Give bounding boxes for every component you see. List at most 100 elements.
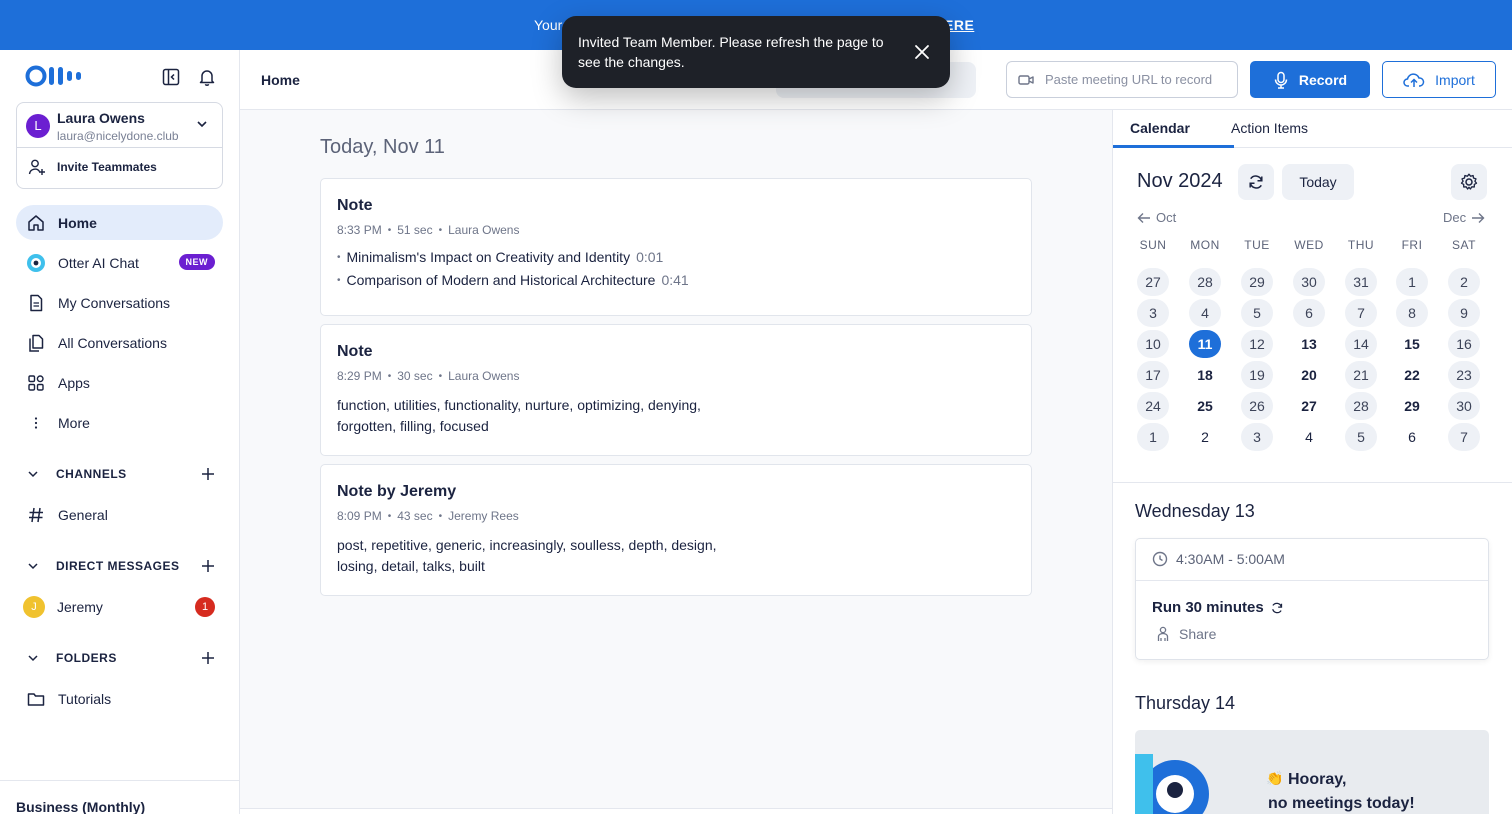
chevron-down-icon[interactable] <box>26 651 46 665</box>
calendar-day[interactable]: 4 <box>1189 299 1221 327</box>
calendar-day[interactable]: 30 <box>1293 268 1325 296</box>
nav-item-my-conversations[interactable]: My Conversations <box>16 285 223 320</box>
calendar-day[interactable]: 10 <box>1137 330 1169 358</box>
prev-month-button[interactable]: Oct <box>1137 210 1176 225</box>
calendar-day[interactable]: 24 <box>1137 392 1169 420</box>
weekday-label: MON <box>1190 238 1220 252</box>
nav-item-more[interactable]: More <box>16 405 223 440</box>
add-folder-icon[interactable] <box>200 650 216 666</box>
calendar-day-selected[interactable]: 11 <box>1189 330 1221 358</box>
calendar-day[interactable]: 31 <box>1345 268 1377 296</box>
calendar-day[interactable]: 20 <box>1293 361 1325 389</box>
calendar-day[interactable]: 2 <box>1189 423 1221 451</box>
divider <box>17 147 222 148</box>
tab-action-items[interactable]: Action Items <box>1231 120 1308 136</box>
arrow-right-icon <box>1471 212 1485 224</box>
calendar-day[interactable]: 28 <box>1189 268 1221 296</box>
channels-section-header[interactable]: CHANNELS <box>26 466 216 482</box>
collapse-sidebar-icon[interactable] <box>161 67 181 87</box>
calendar-day[interactable]: 27 <box>1293 392 1325 420</box>
meeting-url-input[interactable]: Paste meeting URL to record <box>1006 61 1238 98</box>
calendar-day[interactable]: 1 <box>1137 423 1169 451</box>
avatar[interactable]: L <box>26 114 50 138</box>
calendar-day[interactable]: 27 <box>1137 268 1169 296</box>
calendar-day[interactable]: 30 <box>1448 392 1480 420</box>
direct-messages-section-header[interactable]: DIRECT MESSAGES <box>26 558 216 574</box>
calendar-day[interactable]: 3 <box>1241 423 1273 451</box>
note-card[interactable]: Note by Jeremy 8:09 PM • 43 sec • Jeremy R… <box>320 464 1032 596</box>
calendar-day[interactable]: 21 <box>1345 361 1377 389</box>
sidebar: L Laura Owens laura@nicelydone.club Invi… <box>0 50 240 814</box>
add-channel-icon[interactable] <box>200 466 216 482</box>
calendar-day[interactable]: 14 <box>1345 330 1377 358</box>
share-label: Share <box>1179 626 1217 642</box>
calendar-day[interactable]: 7 <box>1345 299 1377 327</box>
calendar-day[interactable]: 15 <box>1396 330 1428 358</box>
outline-item[interactable]: • Minimalism's Impact on Creativity and I… <box>337 249 1015 265</box>
record-label: Record <box>1298 71 1348 88</box>
outline-item[interactable]: • Comparison of Modern and Historical Arc… <box>337 272 1015 288</box>
calendar-day[interactable]: 26 <box>1241 392 1273 420</box>
calendar-day[interactable]: 19 <box>1241 361 1273 389</box>
nav-item-apps[interactable]: Apps <box>16 365 223 400</box>
calendar-day[interactable]: 7 <box>1448 423 1480 451</box>
close-icon[interactable] <box>912 42 932 62</box>
calendar-day[interactable]: 8 <box>1396 299 1428 327</box>
clock-icon <box>1152 551 1168 567</box>
import-button[interactable]: Import <box>1382 61 1496 98</box>
calendar-day[interactable]: 25 <box>1189 392 1221 420</box>
nav-item-otter-ai-chat[interactable]: Otter AI Chat NEW <box>16 245 223 280</box>
next-month-label: Dec <box>1443 210 1467 225</box>
calendar-day[interactable]: 29 <box>1241 268 1273 296</box>
note-time: 8:09 PM <box>337 509 382 523</box>
note-card[interactable]: Note 8:29 PM • 30 sec • Laura Owens functi… <box>320 324 1032 456</box>
calendar-day[interactable]: 23 <box>1448 361 1480 389</box>
folders-section-header[interactable]: FOLDERS <box>26 650 216 666</box>
today-button[interactable]: Today <box>1282 164 1354 200</box>
plan-label[interactable]: Business (Monthly) <box>0 780 239 814</box>
calendar-day[interactable]: 29 <box>1396 392 1428 420</box>
calendar-day[interactable]: 6 <box>1293 299 1325 327</box>
weekday-label: FRI <box>1401 238 1423 252</box>
calendar-day[interactable]: 16 <box>1448 330 1480 358</box>
folder-icon <box>26 689 46 709</box>
bell-icon[interactable] <box>197 67 217 87</box>
calendar-day[interactable]: 3 <box>1137 299 1169 327</box>
invite-teammates-button[interactable]: Invite Teammates <box>27 157 157 177</box>
chevron-down-icon[interactable] <box>26 467 46 481</box>
share-button[interactable]: Share <box>1156 626 1216 642</box>
tab-calendar[interactable]: Calendar <box>1130 120 1190 136</box>
otter-logo-icon[interactable] <box>25 65 85 87</box>
settings-button[interactable] <box>1451 164 1487 200</box>
calendar-day[interactable]: 9 <box>1448 299 1480 327</box>
chevron-down-icon[interactable] <box>26 559 46 573</box>
event-card[interactable]: 4:30AM - 5:00AM Run 30 minutes Share <box>1135 538 1489 660</box>
channel-item-general[interactable]: General <box>16 497 223 532</box>
refresh-button[interactable] <box>1238 164 1274 200</box>
calendar-day[interactable]: 5 <box>1241 299 1273 327</box>
calendar-day[interactable]: 1 <box>1396 268 1428 296</box>
note-keywords: post, repetitive, generic, increasingly,… <box>337 537 717 574</box>
calendar-day[interactable]: 13 <box>1293 330 1325 358</box>
calendar-day[interactable]: 6 <box>1396 423 1428 451</box>
record-button[interactable]: Record <box>1250 61 1370 98</box>
calendar-day[interactable]: 4 <box>1293 423 1325 451</box>
calendar-day[interactable]: 18 <box>1189 361 1221 389</box>
weekday-label: WED <box>1294 238 1324 252</box>
add-message-icon[interactable] <box>200 558 216 574</box>
nav-item-home[interactable]: Home <box>16 205 223 240</box>
calendar-day[interactable]: 2 <box>1448 268 1480 296</box>
calendar-day[interactable]: 22 <box>1396 361 1428 389</box>
calendar-day[interactable]: 17 <box>1137 361 1169 389</box>
note-card[interactable]: Note 8:33 PM • 51 sec • Laura Owens • Minim… <box>320 178 1032 316</box>
calendar-day[interactable]: 28 <box>1345 392 1377 420</box>
nav-item-all-conversations[interactable]: All Conversations <box>16 325 223 360</box>
add-user-icon <box>27 157 47 177</box>
dm-item-jeremy[interactable]: J Jeremy 1 <box>16 589 223 624</box>
folder-item-tutorials[interactable]: Tutorials <box>16 681 223 716</box>
next-month-button[interactable]: Dec <box>1443 210 1485 225</box>
person-icon <box>1156 626 1170 642</box>
calendar-day[interactable]: 5 <box>1345 423 1377 451</box>
chevron-down-icon[interactable] <box>195 117 209 131</box>
calendar-day[interactable]: 12 <box>1241 330 1273 358</box>
